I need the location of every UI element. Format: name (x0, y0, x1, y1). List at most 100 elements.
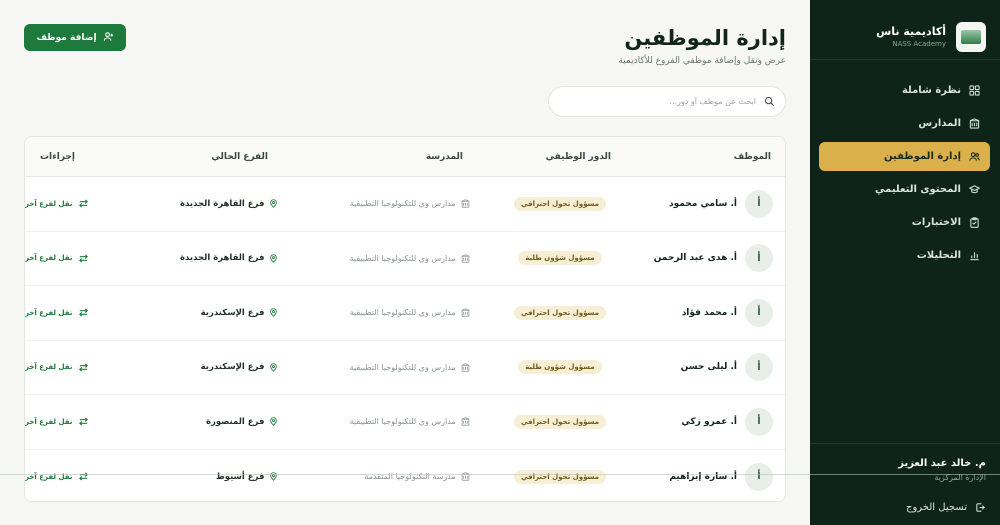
header-role: الدور الوظيفي (545, 151, 611, 162)
transfer-icon (78, 253, 89, 264)
header-school: المدرسة (425, 151, 463, 162)
avatar: أ (745, 298, 773, 327)
sidebar-item-label: التحليلات (916, 250, 961, 261)
sidebar-nav: نظرة شاملة المدارس إدارة الموظفين المحتو… (810, 60, 1000, 270)
transfer-action[interactable]: نقل لفرع آخر (25, 416, 109, 427)
avatar: أ (745, 189, 773, 218)
branch-name: فرع الإسكندرية (200, 307, 265, 318)
brand: أكاديمية ناس NASS Academy (810, 0, 1000, 60)
school-name: مدارس وي للتكنولوجيا التطبيقية (349, 308, 456, 318)
school-icon (461, 363, 470, 372)
location-pin-icon (269, 308, 278, 318)
brand-title: أكاديمية ناس (876, 25, 946, 38)
transfer-action[interactable]: نقل لفرع آخر (25, 198, 109, 209)
user-panel: م. خالد عبد العزيز الإدارة المركزية تسجي… (810, 443, 1000, 525)
branch-name: فرع المنصورة (205, 416, 265, 427)
school-icon (461, 199, 470, 208)
sidebar-item-label: المدارس (918, 118, 961, 129)
school-icon (461, 417, 470, 426)
branch-name: فرع القاهرة الجديدة (180, 253, 265, 264)
sidebar-item-label: إدارة الموظفين (884, 151, 961, 162)
transfer-icon (78, 307, 89, 318)
avatar: أ (745, 353, 773, 382)
employees-table: الموظف الدور الوظيفي المدرسة الفرع الحال… (24, 136, 786, 502)
avatar: أ (745, 462, 773, 491)
page-subtitle: عرض ونقل وإضافة موظفي الفروع للأكاديمية (618, 56, 786, 66)
location-pin-icon (269, 199, 278, 209)
employee-name: أ. ليلى حسن (680, 362, 737, 373)
table-row: أ أ. سارة إبراهيم مسؤول تحول احترافي مدر… (25, 450, 785, 502)
logout-label: تسجيل الخروج (905, 502, 967, 513)
school-name: مدارس وي للتكنولوجيا التطبيقية (349, 417, 456, 427)
school-icon (461, 308, 470, 317)
sidebar-item-exams[interactable]: الاختبارات (819, 208, 990, 237)
avatar: أ (745, 407, 773, 436)
table-row: أ أ. محمد فؤاد مسؤول تحول احترافي مدارس … (25, 286, 785, 341)
transfer-action[interactable]: نقل لفرع آخر (25, 307, 109, 318)
sidebar-item-label: نظرة شاملة (901, 85, 961, 96)
transfer-icon (78, 471, 89, 482)
sidebar-item-analytics[interactable]: التحليلات (819, 241, 990, 270)
table-row: أ أ. سامي محمود مسؤول تحول احترافي مدارس… (25, 177, 785, 232)
role-badge: مسؤول تحول احترافي (513, 305, 606, 320)
header-branch: الفرع الحالي (211, 151, 268, 162)
graduation-cap-icon (969, 184, 980, 195)
add-employee-button[interactable]: إضافة موظف (24, 24, 126, 51)
role-badge: مسؤول شؤون طلبة (518, 251, 602, 266)
employee-name: أ. محمد فؤاد (681, 307, 737, 318)
transfer-action[interactable]: نقل لفرع آخر (25, 471, 109, 482)
branch-name: فرع القاهرة الجديدة (180, 198, 265, 209)
location-pin-icon (269, 363, 278, 372)
table-row: أ أ. ليلى حسن مسؤول شؤون طلبة مدارس وي ل… (25, 341, 785, 395)
logout-icon (975, 502, 986, 513)
table-row: أ أ. هدى عبد الرحمن مسؤول شؤون طلبة مدار… (25, 232, 785, 286)
logout-button[interactable]: تسجيل الخروج (824, 502, 986, 513)
role-badge: مسؤول تحول احترافي (513, 414, 606, 429)
sidebar-item-label: المحتوى التعليمي (875, 184, 961, 195)
avatar: أ (745, 244, 773, 273)
divider-line (0, 474, 1000, 475)
sidebar-item-content[interactable]: المحتوى التعليمي (819, 175, 990, 204)
school-icon (461, 254, 470, 263)
header-employee: الموظف (733, 151, 771, 162)
main-content: إدارة الموظفين عرض ونقل وإضافة موظفي الف… (24, 0, 786, 525)
transfer-link: نقل لفرع آخر (24, 199, 73, 208)
role-badge: مسؤول تحول احترافي (513, 469, 606, 484)
search-box (548, 86, 786, 117)
transfer-action[interactable]: نقل لفرع آخر (25, 362, 109, 373)
brand-subtitle: NASS Academy (892, 40, 946, 48)
branch-name: فرع الإسكندرية (200, 362, 265, 373)
bar-chart-icon (969, 250, 980, 261)
transfer-link: نقل لفرع آخر (24, 308, 73, 317)
page-title: إدارة الموظفين (624, 26, 786, 50)
building-icon (969, 118, 980, 129)
role-badge: مسؤول تحول احترافي (513, 196, 606, 211)
grid-icon (969, 85, 980, 96)
sidebar-item-staff[interactable]: إدارة الموظفين (819, 142, 990, 171)
clipboard-icon (969, 217, 980, 228)
employee-name: أ. عمرو زكي (681, 416, 737, 427)
location-pin-icon (269, 417, 278, 427)
sidebar: أكاديمية ناس NASS Academy نظرة شاملة الم… (810, 0, 1000, 525)
transfer-link: نقل لفرع آخر (24, 254, 73, 263)
table-header: الموظف الدور الوظيفي المدرسة الفرع الحال… (25, 137, 785, 177)
transfer-icon (78, 416, 89, 427)
users-icon (969, 151, 980, 162)
header-actions: إجراءات (40, 151, 75, 162)
school-name: مدارس وي للتكنولوجيا التطبيقية (349, 253, 456, 263)
transfer-link: نقل لفرع آخر (24, 417, 73, 426)
transfer-icon (78, 362, 89, 373)
sidebar-item-label: الاختبارات (911, 217, 961, 228)
transfer-action[interactable]: نقل لفرع آخر (25, 253, 109, 264)
transfer-icon (78, 198, 89, 209)
school-name: مدارس وي للتكنولوجيا التطبيقية (349, 362, 456, 372)
add-user-icon (103, 31, 114, 45)
transfer-link: نقل لفرع آخر (24, 363, 73, 372)
user-name: م. خالد عبد العزيز (898, 458, 986, 469)
add-employee-label: إضافة موظف (36, 32, 97, 43)
role-badge: مسؤول شؤون طلبة (518, 360, 602, 375)
search-input[interactable] (559, 97, 756, 106)
sidebar-item-overview[interactable]: نظرة شاملة (819, 76, 990, 105)
sidebar-item-schools[interactable]: المدارس (819, 109, 990, 138)
employee-name: أ. هدى عبد الرحمن (653, 253, 737, 264)
